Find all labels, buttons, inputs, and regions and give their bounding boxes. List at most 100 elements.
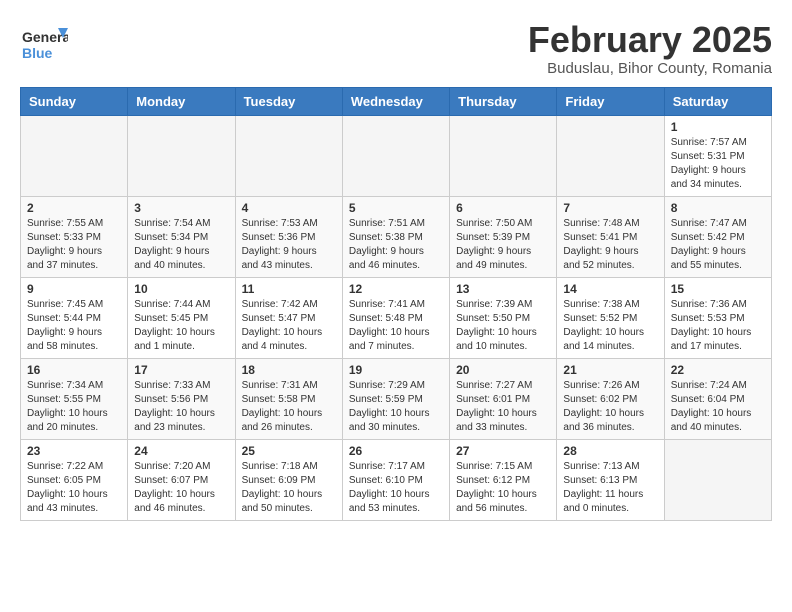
calendar-cell: 17 Sunrise: 7:33 AM Sunset: 5:56 PM Dayli… xyxy=(128,358,235,439)
calendar-cell: 4 Sunrise: 7:53 AM Sunset: 5:36 PM Daylig… xyxy=(235,196,342,277)
day-info: Sunrise: 7:55 AM Sunset: 5:33 PM Dayligh… xyxy=(27,217,121,273)
logo: General Blue xyxy=(20,20,68,73)
day-info: Sunrise: 7:50 AM Sunset: 5:39 PM Dayligh… xyxy=(456,217,550,273)
calendar-cell: 3 Sunrise: 7:54 AM Sunset: 5:34 PM Daylig… xyxy=(128,196,235,277)
day-number: 13 xyxy=(456,282,550,296)
column-header-friday: Friday xyxy=(557,87,664,115)
day-number: 9 xyxy=(27,282,121,296)
day-number: 11 xyxy=(242,282,336,296)
column-header-monday: Monday xyxy=(128,87,235,115)
calendar-cell xyxy=(128,115,235,196)
column-header-saturday: Saturday xyxy=(664,87,771,115)
calendar-week-row: 2 Sunrise: 7:55 AM Sunset: 5:33 PM Daylig… xyxy=(21,196,772,277)
day-number: 14 xyxy=(563,282,657,296)
calendar-cell: 19 Sunrise: 7:29 AM Sunset: 5:59 PM Dayli… xyxy=(342,358,449,439)
calendar-cell xyxy=(450,115,557,196)
day-number: 6 xyxy=(456,201,550,215)
calendar-cell: 26Sunrise: 7:17 AM Sunset: 6:10 PM Dayli… xyxy=(342,439,449,520)
calendar-week-row: 16Sunrise: 7:34 AM Sunset: 5:55 PM Dayli… xyxy=(21,358,772,439)
day-info: Sunrise: 7:41 AM Sunset: 5:48 PM Dayligh… xyxy=(349,298,443,354)
day-number: 18 xyxy=(242,363,336,377)
calendar-cell: 12 Sunrise: 7:41 AM Sunset: 5:48 PM Dayli… xyxy=(342,277,449,358)
day-number: 2 xyxy=(27,201,121,215)
day-number: 23 xyxy=(27,444,121,458)
day-number: 5 xyxy=(349,201,443,215)
day-number: 24 xyxy=(134,444,228,458)
day-info: Sunrise: 7:33 AM Sunset: 5:56 PM Dayligh… xyxy=(134,379,228,435)
day-number: 17 xyxy=(134,363,228,377)
day-number: 20 xyxy=(456,363,550,377)
calendar-cell: 20 Sunrise: 7:27 AM Sunset: 6:01 PM Dayli… xyxy=(450,358,557,439)
day-info: Sunrise: 7:45 AM Sunset: 5:44 PM Dayligh… xyxy=(27,298,121,354)
day-number: 22 xyxy=(671,363,765,377)
calendar-week-row: 23 Sunrise: 7:22 AM Sunset: 6:05 PM Dayli… xyxy=(21,439,772,520)
calendar-table: SundayMondayTuesdayWednesdayThursdayFrid… xyxy=(20,87,772,521)
calendar-header-row: SundayMondayTuesdayWednesdayThursdayFrid… xyxy=(21,87,772,115)
day-info: Sunrise: 7:47 AM Sunset: 5:42 PM Dayligh… xyxy=(671,217,765,273)
day-info: Sunrise: 7:29 AM Sunset: 5:59 PM Dayligh… xyxy=(349,379,443,435)
day-number: 8 xyxy=(671,201,765,215)
calendar-cell: 8 Sunrise: 7:47 AM Sunset: 5:42 PM Daylig… xyxy=(664,196,771,277)
day-info: Sunrise: 7:20 AM Sunset: 6:07 PM Dayligh… xyxy=(134,460,228,516)
logo-icon: General Blue xyxy=(20,20,68,68)
calendar-cell xyxy=(664,439,771,520)
day-number: 4 xyxy=(242,201,336,215)
calendar-subtitle: Buduslau, Bihor County, Romania xyxy=(528,60,772,77)
day-info: Sunrise: 7:38 AM Sunset: 5:52 PM Dayligh… xyxy=(563,298,657,354)
calendar-cell: 5 Sunrise: 7:51 AM Sunset: 5:38 PM Daylig… xyxy=(342,196,449,277)
day-info: Sunrise: 7:27 AM Sunset: 6:01 PM Dayligh… xyxy=(456,379,550,435)
day-info: Sunrise: 7:53 AM Sunset: 5:36 PM Dayligh… xyxy=(242,217,336,273)
calendar-cell: 1 Sunrise: 7:57 AM Sunset: 5:31 PM Daylig… xyxy=(664,115,771,196)
calendar-cell xyxy=(342,115,449,196)
calendar-cell: 10 Sunrise: 7:44 AM Sunset: 5:45 PM Dayli… xyxy=(128,277,235,358)
day-info: Sunrise: 7:57 AM Sunset: 5:31 PM Dayligh… xyxy=(671,136,765,192)
calendar-week-row: 9 Sunrise: 7:45 AM Sunset: 5:44 PM Daylig… xyxy=(21,277,772,358)
calendar-cell: 25 Sunrise: 7:18 AM Sunset: 6:09 PM Dayli… xyxy=(235,439,342,520)
calendar-cell xyxy=(21,115,128,196)
calendar-cell: 13Sunrise: 7:39 AM Sunset: 5:50 PM Dayli… xyxy=(450,277,557,358)
day-info: Sunrise: 7:51 AM Sunset: 5:38 PM Dayligh… xyxy=(349,217,443,273)
calendar-cell: 24 Sunrise: 7:20 AM Sunset: 6:07 PM Dayli… xyxy=(128,439,235,520)
calendar-cell: 27 Sunrise: 7:15 AM Sunset: 6:12 PM Dayli… xyxy=(450,439,557,520)
day-number: 21 xyxy=(563,363,657,377)
day-info: Sunrise: 7:36 AM Sunset: 5:53 PM Dayligh… xyxy=(671,298,765,354)
day-number: 19 xyxy=(349,363,443,377)
day-number: 1 xyxy=(671,120,765,134)
day-number: 3 xyxy=(134,201,228,215)
day-number: 28 xyxy=(563,444,657,458)
day-info: Sunrise: 7:34 AM Sunset: 5:55 PM Dayligh… xyxy=(27,379,121,435)
calendar-cell: 14 Sunrise: 7:38 AM Sunset: 5:52 PM Dayli… xyxy=(557,277,664,358)
day-info: Sunrise: 7:42 AM Sunset: 5:47 PM Dayligh… xyxy=(242,298,336,354)
column-header-thursday: Thursday xyxy=(450,87,557,115)
calendar-cell: 28Sunrise: 7:13 AM Sunset: 6:13 PM Dayli… xyxy=(557,439,664,520)
title-area: February 2025 Buduslau, Bihor County, Ro… xyxy=(528,20,772,77)
day-number: 15 xyxy=(671,282,765,296)
calendar-week-row: 1 Sunrise: 7:57 AM Sunset: 5:31 PM Daylig… xyxy=(21,115,772,196)
day-info: Sunrise: 7:31 AM Sunset: 5:58 PM Dayligh… xyxy=(242,379,336,435)
calendar-cell: 7Sunrise: 7:48 AM Sunset: 5:41 PM Daylig… xyxy=(557,196,664,277)
calendar-cell xyxy=(235,115,342,196)
calendar-cell: 9 Sunrise: 7:45 AM Sunset: 5:44 PM Daylig… xyxy=(21,277,128,358)
day-number: 10 xyxy=(134,282,228,296)
svg-text:Blue: Blue xyxy=(22,45,53,61)
calendar-cell: 2 Sunrise: 7:55 AM Sunset: 5:33 PM Daylig… xyxy=(21,196,128,277)
day-info: Sunrise: 7:22 AM Sunset: 6:05 PM Dayligh… xyxy=(27,460,121,516)
day-number: 27 xyxy=(456,444,550,458)
page-header: General Blue February 2025 Buduslau, Bih… xyxy=(20,20,772,77)
column-header-sunday: Sunday xyxy=(21,87,128,115)
calendar-cell: 16Sunrise: 7:34 AM Sunset: 5:55 PM Dayli… xyxy=(21,358,128,439)
day-number: 12 xyxy=(349,282,443,296)
calendar-cell: 21 Sunrise: 7:26 AM Sunset: 6:02 PM Dayli… xyxy=(557,358,664,439)
calendar-cell xyxy=(557,115,664,196)
day-info: Sunrise: 7:26 AM Sunset: 6:02 PM Dayligh… xyxy=(563,379,657,435)
calendar-cell: 23 Sunrise: 7:22 AM Sunset: 6:05 PM Dayli… xyxy=(21,439,128,520)
column-header-tuesday: Tuesday xyxy=(235,87,342,115)
day-number: 26 xyxy=(349,444,443,458)
day-number: 25 xyxy=(242,444,336,458)
day-info: Sunrise: 7:54 AM Sunset: 5:34 PM Dayligh… xyxy=(134,217,228,273)
calendar-cell: 15 Sunrise: 7:36 AM Sunset: 5:53 PM Dayli… xyxy=(664,277,771,358)
day-info: Sunrise: 7:24 AM Sunset: 6:04 PM Dayligh… xyxy=(671,379,765,435)
day-info: Sunrise: 7:18 AM Sunset: 6:09 PM Dayligh… xyxy=(242,460,336,516)
day-info: Sunrise: 7:44 AM Sunset: 5:45 PM Dayligh… xyxy=(134,298,228,354)
day-info: Sunrise: 7:15 AM Sunset: 6:12 PM Dayligh… xyxy=(456,460,550,516)
